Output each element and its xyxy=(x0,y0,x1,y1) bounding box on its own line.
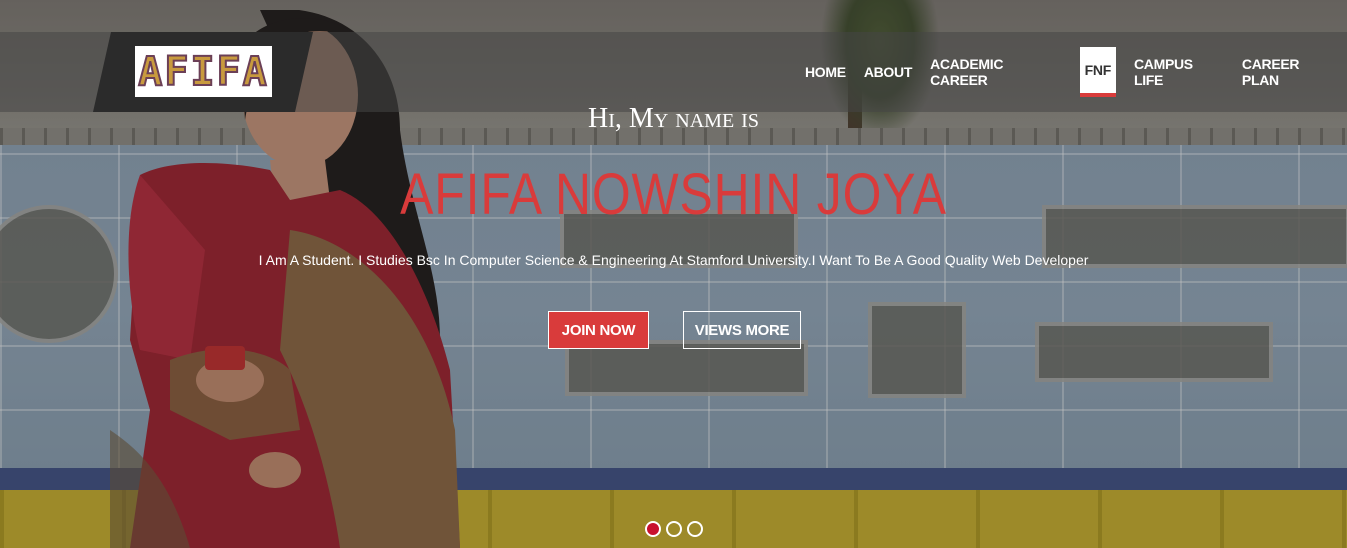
nav-item-academic-career[interactable]: ACADEMIC CAREER xyxy=(921,47,1071,97)
nav-item-fnf[interactable]: FNF xyxy=(1079,47,1116,97)
views-more-button[interactable]: VIEWS MORE xyxy=(683,311,801,349)
slider-pagination xyxy=(645,521,703,537)
slide-dot-3[interactable] xyxy=(687,521,703,537)
hero-name: AFIFA NOWSHIN JOYA xyxy=(400,162,947,227)
hero-tagline: I Am A Student. I Studies Bsc In Compute… xyxy=(258,252,1089,268)
nav-item-home[interactable]: HOME xyxy=(796,47,855,97)
join-now-button[interactable]: JOIN NOW xyxy=(548,311,649,349)
site-logo[interactable]: AFIFA xyxy=(135,46,272,97)
slide-dot-2[interactable] xyxy=(666,521,682,537)
nav-item-campus-life[interactable]: CAMPUS LIFE xyxy=(1125,47,1233,97)
slide-dot-1[interactable] xyxy=(645,521,661,537)
hero-slider: AFIFA HOME ABOUT ACADEMIC CAREER FNF CAM… xyxy=(0,0,1347,548)
nav-item-career-plan[interactable]: CAREER PLAN xyxy=(1233,47,1347,97)
nav-item-about[interactable]: ABOUT xyxy=(855,47,921,97)
main-navigation: HOME ABOUT ACADEMIC CAREER FNF CAMPUS LI… xyxy=(796,45,1347,99)
hero-greeting: Hi, My name is xyxy=(588,103,759,134)
logo-text: AFIFA xyxy=(137,48,269,96)
